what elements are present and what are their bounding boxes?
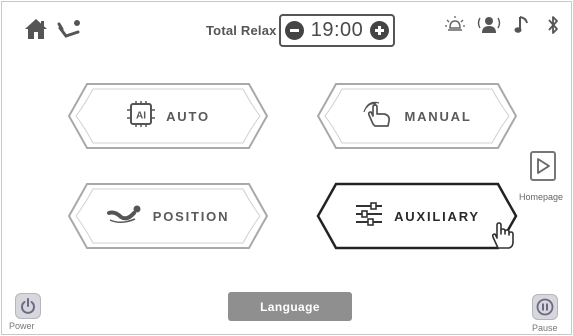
homepage-label: Homepage [519, 192, 564, 202]
language-button[interactable]: Language [228, 292, 352, 321]
auto-mode-label: AUTO [166, 108, 210, 124]
voice-icon[interactable] [477, 14, 501, 36]
timer-control: 19:00 [279, 14, 395, 47]
plus-icon[interactable] [370, 21, 389, 40]
svg-text:AI: AI [136, 110, 146, 121]
auto-mode-content: AI AUTO [63, 80, 273, 152]
sliders-icon [354, 201, 384, 232]
timer-value: 19:00 [310, 19, 364, 41]
screen-frame [1, 1, 572, 335]
power-icon [21, 298, 35, 314]
light-icon[interactable] [443, 14, 467, 36]
hand-touch-icon [362, 100, 394, 133]
homepage-button[interactable] [530, 151, 556, 181]
manual-mode-label: MANUAL [404, 108, 472, 124]
timer-label: Total Relax [206, 23, 277, 38]
ai-chip-icon: AI [126, 100, 156, 132]
auxiliary-mode-button[interactable]: AUXILIARY [312, 180, 522, 252]
manual-mode-content: MANUAL [312, 80, 522, 152]
home-icon[interactable] [24, 18, 48, 40]
power-button[interactable] [15, 293, 41, 319]
manual-mode-button[interactable]: MANUAL [312, 80, 522, 152]
power-label: Power [9, 321, 35, 331]
pointer-hand-icon [488, 220, 518, 255]
pause-icon [536, 298, 554, 316]
reclined-body-icon [106, 203, 143, 230]
pause-button[interactable] [532, 294, 558, 320]
recline-icon[interactable] [56, 18, 84, 40]
music-icon[interactable] [510, 14, 534, 36]
position-mode-content: POSITION [63, 180, 273, 252]
bluetooth-icon[interactable] [541, 14, 565, 36]
position-mode-label: POSITION [152, 208, 230, 224]
play-arrow-icon [537, 158, 550, 174]
auxiliary-mode-label: AUXILIARY [394, 208, 480, 224]
auto-mode-button[interactable]: AI AUTO [63, 80, 273, 152]
position-mode-button[interactable]: POSITION [63, 180, 273, 252]
pause-label: Pause [532, 323, 558, 333]
minus-icon[interactable] [285, 21, 304, 40]
